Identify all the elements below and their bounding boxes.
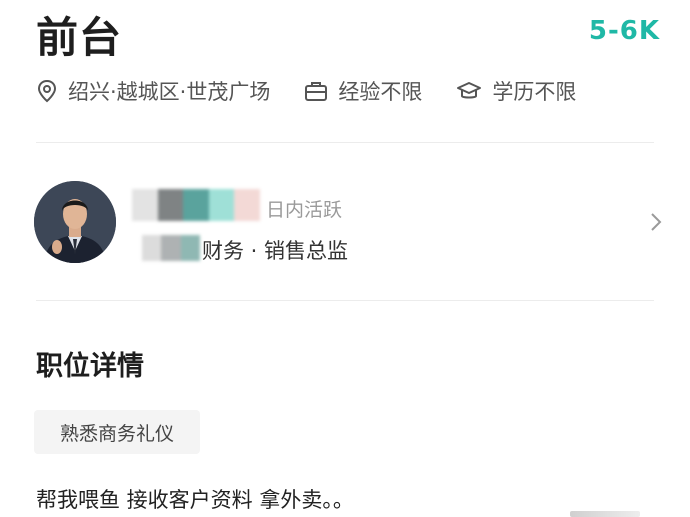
skill-tag: 熟悉商务礼仪 xyxy=(34,410,201,454)
avatar-image xyxy=(34,181,116,263)
experience-text: 经验不限 xyxy=(338,80,423,104)
location-text: 绍兴·越城区·世茂广场 xyxy=(68,80,271,104)
recruiter-avatar[interactable] xyxy=(34,181,116,263)
job-title: 前台 xyxy=(36,13,123,62)
salary-range: 5-6K xyxy=(588,16,660,46)
divider xyxy=(36,142,654,143)
job-description: 帮我喂鱼 接收客户资料 拿外卖。。 xyxy=(36,488,354,512)
redacted-name xyxy=(132,189,260,221)
education-text: 学历不限 xyxy=(492,80,577,104)
graduation-cap-icon xyxy=(457,82,482,99)
redacted-company xyxy=(142,235,200,261)
active-status: 日内活跃 xyxy=(266,199,343,221)
recruiter-title: 财务 · 销售总监 xyxy=(202,239,349,263)
chevron-right-icon[interactable] xyxy=(650,212,662,232)
section-title: 职位详情 xyxy=(36,351,144,382)
watermark-fragment xyxy=(570,511,640,517)
meta-location: 绍兴·越城区·世茂广场 xyxy=(36,76,270,106)
location-pin-icon xyxy=(37,79,57,103)
briefcase-icon xyxy=(305,82,328,101)
divider xyxy=(36,300,654,301)
meta-education: 学历不限 xyxy=(456,76,576,106)
recruiter-card[interactable]: 日内活跃 财务 · 销售总监 xyxy=(34,176,666,268)
meta-experience: 经验不限 xyxy=(304,76,422,106)
job-meta-row: 绍兴·越城区·世茂广场 经验不限 学历不限 xyxy=(36,74,610,108)
recruiter-info: 日内活跃 财务 · 销售总监 xyxy=(132,181,666,263)
